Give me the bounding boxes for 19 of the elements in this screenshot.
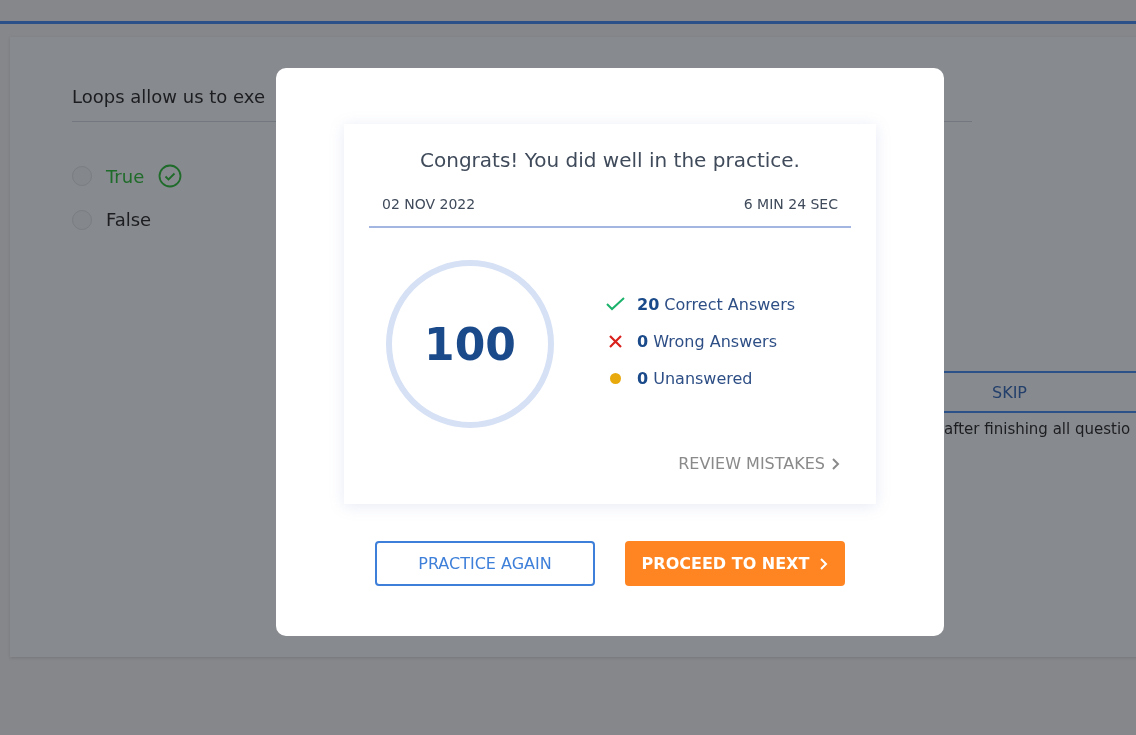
review-mistakes-link[interactable]: REVIEW MISTAKES <box>678 454 840 473</box>
check-icon <box>606 297 625 311</box>
duration-text: 6 MIN 24 SEC <box>743 196 838 212</box>
dot-icon <box>610 372 621 384</box>
stat-text: 0 Unanswered <box>637 368 753 388</box>
result-title: Congrats! You did well in the practice. <box>420 148 800 172</box>
stat-text: 20 Correct Answers <box>637 294 796 314</box>
cross-icon <box>609 334 622 348</box>
chevron-right-icon <box>819 556 829 571</box>
score-ring: 100 <box>386 260 554 428</box>
proceed-button[interactable]: PROCEED TO NEXT <box>625 541 845 586</box>
practice-button[interactable]: PRACTICE AGAIN <box>375 541 595 586</box>
skip-note: after finishing all questio <box>944 420 1132 438</box>
option-label: True <box>106 165 145 187</box>
date-text: 02 NOV 2022 <box>382 196 476 212</box>
chevron-right-icon <box>831 456 840 471</box>
check-circle-icon <box>158 164 183 188</box>
option-label: False <box>106 209 152 230</box>
stat-text: 0 Wrong Answers <box>637 331 777 351</box>
